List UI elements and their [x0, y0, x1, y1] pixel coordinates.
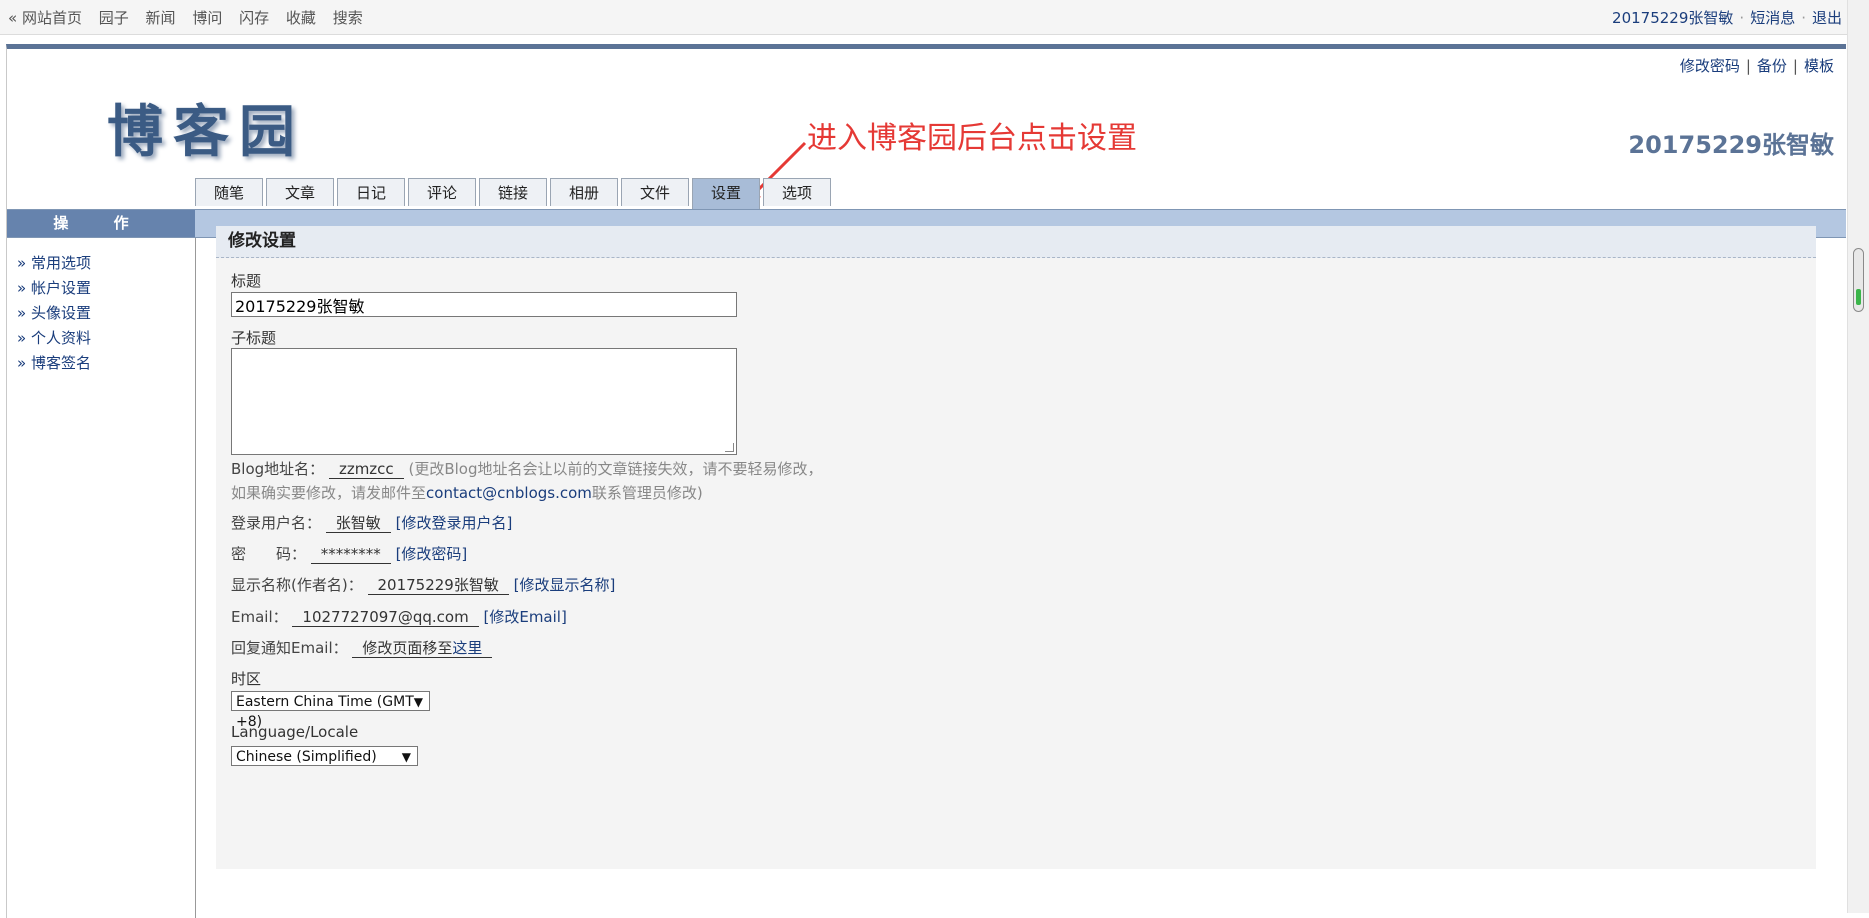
- sidebar-item-signature[interactable]: » 博客签名: [17, 354, 91, 372]
- nav-flash[interactable]: 闪存: [239, 9, 269, 27]
- backup-link[interactable]: 备份: [1757, 57, 1787, 75]
- language-select[interactable]: Chinese (Simplified) ▼: [231, 746, 418, 766]
- tab-comments[interactable]: 评论: [408, 178, 476, 206]
- display-name-label: 显示名称(作者名)：: [231, 576, 363, 594]
- tab-posts[interactable]: 随笔: [195, 178, 263, 206]
- change-display-name-link[interactable]: [修改显示名称]: [514, 576, 616, 594]
- tab-files[interactable]: 文件: [621, 178, 689, 206]
- sidebar-item-common-options[interactable]: » 常用选项: [17, 254, 91, 272]
- notify-email-label: 回复通知Email：: [231, 639, 348, 657]
- display-name-row: 显示名称(作者名)： 20175229张智敏 [修改显示名称]: [231, 574, 615, 595]
- scrollbar-thumb[interactable]: [1853, 248, 1864, 312]
- email-label: Email：: [231, 608, 288, 626]
- annotation-text: 进入博客园后台点击设置: [807, 121, 1137, 156]
- nav-questions[interactable]: 博问: [192, 9, 222, 27]
- change-password-link[interactable]: 修改密码: [1680, 57, 1740, 75]
- nav-garden[interactable]: 园子: [99, 9, 129, 27]
- contact-email-link[interactable]: contact@cnblogs.com: [426, 484, 592, 502]
- header-links: 修改密码 | 备份 | 模板: [1679, 57, 1834, 75]
- template-link[interactable]: 模板: [1804, 57, 1834, 75]
- blog-address-label: Blog地址名：: [231, 460, 325, 478]
- login-row: 登录用户名： 张智敏 [修改登录用户名]: [231, 512, 512, 533]
- blog-address-note: (更改Blog地址名会让以前的文章链接失效，请不要轻易修改，: [408, 460, 823, 478]
- sidebar-title: 操 作: [7, 210, 195, 237]
- sidebar: » 常用选项 » 帐户设置 » 头像设置 » 个人资料 » 博客签名: [7, 238, 196, 918]
- blog-address-row: Blog地址名： zzmzcc (更改Blog地址名会让以前的文章链接失效，请不…: [231, 458, 822, 479]
- dropdown-arrow-icon: ▼: [413, 695, 423, 709]
- messages-link[interactable]: 短消息: [1750, 9, 1795, 27]
- nav-favorites[interactable]: 收藏: [286, 9, 316, 27]
- cnblogs-logo[interactable]: 博客园: [107, 87, 305, 168]
- scroll-indicator-icon: [1856, 289, 1861, 305]
- language-label: Language/Locale: [231, 723, 359, 741]
- display-name-value: 20175229张智敏: [367, 576, 509, 595]
- notify-prefix: 修改页面移至: [362, 639, 453, 657]
- tab-diary[interactable]: 日记: [337, 178, 405, 206]
- resize-grip-icon[interactable]: [725, 443, 734, 452]
- sidebar-item-profile[interactable]: » 个人资料: [17, 329, 91, 347]
- blog-address-note-3: 联系管理员修改): [591, 484, 703, 502]
- user-nav: 20175229张智敏 · 短消息 · 退出: [1612, 9, 1842, 27]
- tab-settings[interactable]: 设置: [692, 178, 760, 209]
- language-value: Chinese (Simplified): [236, 749, 377, 765]
- tab-options[interactable]: 选项: [763, 178, 831, 206]
- change-password-form-link[interactable]: [修改密码]: [396, 545, 468, 563]
- change-email-link[interactable]: [修改Email]: [483, 608, 566, 626]
- notify-email-row: 回复通知Email： 修改页面移至这里: [231, 637, 493, 658]
- user-link[interactable]: 20175229张智敏: [1612, 9, 1733, 27]
- sidebar-item-account-settings[interactable]: » 帐户设置: [17, 279, 91, 297]
- nav-search[interactable]: 搜索: [333, 9, 363, 27]
- tab-albums[interactable]: 相册: [550, 178, 618, 206]
- password-row: 密 码： ******** [修改密码]: [231, 543, 467, 564]
- email-row: Email： 1027727097@qq.com [修改Email]: [231, 606, 567, 627]
- settings-panel: 修改设置 标题 子标题 Blog地址名： zzmzcc (更改Blog地址名会让…: [216, 226, 1816, 869]
- login-label: 登录用户名：: [231, 514, 322, 532]
- password-value: ********: [310, 545, 391, 564]
- notify-here-link[interactable]: 这里: [452, 639, 482, 657]
- timezone-label: 时区: [231, 670, 262, 688]
- nav-news[interactable]: 新闻: [146, 9, 176, 27]
- top-nav-bar: « 网站首页 园子 新闻 博问 闪存 收藏 搜索 20175229张智敏 · 短消息…: [0, 0, 1848, 35]
- subtitle-label: 子标题: [231, 329, 277, 347]
- password-label: 密 码：: [231, 545, 307, 563]
- timezone-select[interactable]: Eastern China Time (GMT +8) ▼: [231, 691, 430, 730]
- title-input[interactable]: [231, 292, 737, 317]
- title-label: 标题: [231, 272, 262, 290]
- logout-link[interactable]: 退出: [1812, 9, 1842, 27]
- blog-name: 20175229张智敏: [1628, 131, 1834, 159]
- section-title: 修改设置: [216, 226, 1816, 258]
- blog-address-value: zzmzcc: [328, 460, 404, 479]
- blog-address-note-2: 如果确实要修改，请发邮件至: [231, 484, 427, 502]
- page-scrollbar[interactable]: [1847, 0, 1869, 913]
- login-value: 张智敏: [325, 514, 391, 533]
- tab-articles[interactable]: 文章: [266, 178, 334, 206]
- main-tabs: 随笔 文章 日记 评论 链接 相册 文件 设置 选项: [195, 178, 834, 209]
- sidebar-item-avatar-settings[interactable]: » 头像设置: [17, 304, 91, 322]
- tab-links[interactable]: 链接: [479, 178, 547, 206]
- dropdown-arrow-icon: ▼: [401, 750, 411, 764]
- subtitle-textarea[interactable]: [231, 348, 737, 455]
- nav-home[interactable]: « 网站首页: [8, 9, 82, 27]
- blog-address-row-2: 如果确实要修改，请发邮件至contact@cnblogs.com联系管理员修改): [231, 482, 703, 503]
- email-value: 1027727097@qq.com: [292, 608, 479, 627]
- site-nav: « 网站首页 园子 新闻 博问 闪存 收藏 搜索: [8, 7, 375, 28]
- notify-email-value: 修改页面移至这里: [352, 639, 493, 658]
- change-login-link[interactable]: [修改登录用户名]: [396, 514, 513, 532]
